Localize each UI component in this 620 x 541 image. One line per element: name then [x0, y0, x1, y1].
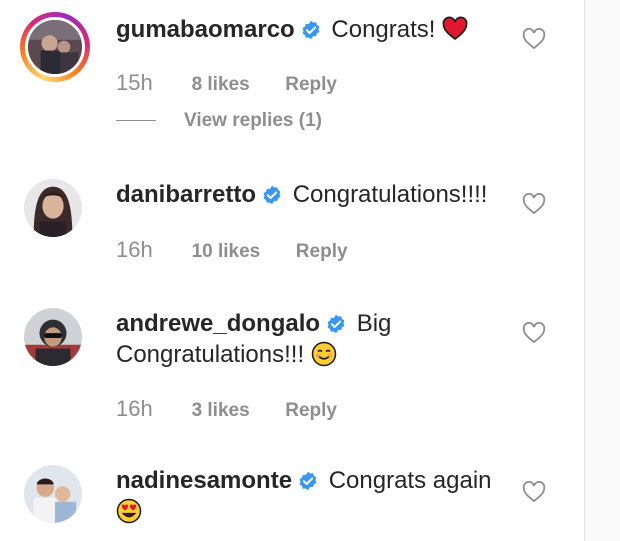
comment-username[interactable]: andrewe_dongalo: [116, 310, 320, 337]
comment-meta: 16h 3 likes Reply: [116, 396, 337, 422]
reply-button[interactable]: Reply: [285, 400, 337, 421]
comment-text: gumabaomarco Congrats!: [116, 14, 496, 45]
comment-text: andrewe_dongalo Big Congratulations!!!: [116, 308, 496, 370]
comment-text: nadinesamonte Congrats again: [116, 465, 496, 527]
side-background: [585, 0, 620, 541]
avatar-wrapper[interactable]: [24, 465, 88, 529]
avatar[interactable]: [24, 308, 82, 366]
verified-badge-icon: [298, 471, 318, 491]
comment-body: Congratulations!!!!: [292, 181, 488, 208]
replies-divider: [116, 120, 156, 122]
comment-likes[interactable]: 10 likes: [192, 241, 261, 263]
comment-username[interactable]: nadinesamonte: [116, 467, 292, 494]
comment-username[interactable]: danibarretto: [116, 181, 256, 208]
red-heart-emoji: [442, 16, 468, 42]
like-heart-icon[interactable]: [522, 28, 546, 50]
view-replies-label[interactable]: View replies (1): [184, 110, 322, 131]
comment-meta: 16h 10 likes Reply: [116, 237, 348, 263]
view-replies-button[interactable]: View replies (1): [116, 110, 322, 132]
like-heart-icon[interactable]: [522, 193, 546, 215]
comment-body: Congrats!: [331, 16, 436, 43]
avatar[interactable]: [24, 179, 82, 237]
verified-badge-icon: [301, 20, 321, 40]
heart-eyes-emoji: [116, 498, 142, 524]
like-heart-icon[interactable]: [522, 322, 546, 344]
verified-badge-icon: [326, 314, 346, 334]
avatar-wrapper[interactable]: [24, 179, 88, 243]
comment-body: Congrats again: [328, 467, 492, 494]
smiling-face-emoji: [311, 341, 337, 367]
story-ring[interactable]: [20, 12, 90, 82]
comment-time: 16h: [116, 237, 153, 262]
avatar-wrapper[interactable]: [24, 308, 88, 372]
like-heart-icon[interactable]: [522, 481, 546, 503]
verified-badge-icon: [262, 185, 282, 205]
comment-likes[interactable]: 8 likes: [192, 74, 250, 96]
reply-button[interactable]: Reply: [285, 74, 337, 95]
avatar[interactable]: [24, 465, 82, 523]
comment-likes[interactable]: 3 likes: [192, 400, 250, 422]
comment-text: danibarretto Congratulations!!!!: [116, 179, 496, 210]
comment-time: 16h: [116, 396, 153, 421]
avatar[interactable]: [25, 17, 85, 77]
comment-meta: 15h 8 likes Reply: [116, 70, 337, 96]
comment-time: 15h: [116, 70, 153, 95]
reply-button[interactable]: Reply: [296, 241, 348, 262]
comments-panel: gumabaomarco Congrats! 15h 8 likes Reply…: [0, 0, 584, 541]
comment-username[interactable]: gumabaomarco: [116, 16, 295, 43]
